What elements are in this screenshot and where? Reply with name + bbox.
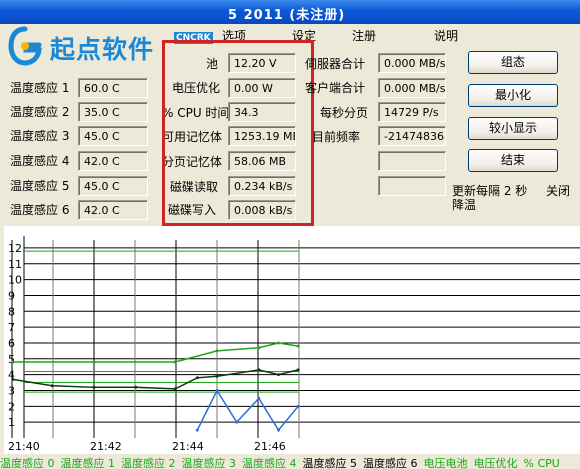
temp-5-value: 45.0 C — [78, 176, 148, 196]
close-link[interactable]: 关闭 — [546, 182, 570, 199]
minimize-button[interactable]: 最小化 — [468, 84, 558, 107]
legend-entry: 温度感应 4 — [242, 457, 297, 469]
menu-settings[interactable]: 设定 — [292, 27, 316, 44]
temp-3-value: 45.0 C — [78, 126, 148, 146]
series-point — [257, 346, 261, 350]
voltage-opt-value: 0.00 W — [228, 78, 296, 98]
series-point — [50, 384, 54, 388]
temp-2-label: 温度感应 2 — [10, 105, 70, 119]
cool-text: 降温 — [452, 198, 477, 212]
temp-2-value: 35.0 C — [78, 102, 148, 122]
current-freq-value: -214748368.0 — [378, 126, 446, 146]
legend-entry: 温度感应 0 — [0, 457, 55, 469]
series-point — [215, 388, 219, 392]
temp-5-label: 温度感应 5 — [10, 179, 70, 193]
temp-6-value: 42.0 C — [78, 200, 148, 220]
legend-entry: 温度感应 3 — [181, 457, 237, 469]
menu-options[interactable]: 选项 — [222, 27, 246, 44]
pages-per-sec-label: 每秒分页 — [320, 106, 369, 120]
temp-3-label: 温度感应 3 — [10, 129, 70, 143]
series-point — [277, 373, 280, 377]
legend-entry: 温度感应 2 — [121, 457, 176, 469]
menu-help[interactable]: 说明 — [434, 27, 458, 44]
x-tick-label: 21:44 — [172, 440, 204, 453]
x-tick-label: 21:40 — [8, 440, 40, 453]
series-point — [296, 344, 300, 348]
free-memory-label: 可用记忆体 — [162, 130, 223, 144]
pages-per-sec-value: 14729 P/s — [378, 102, 446, 122]
series-point — [195, 428, 199, 432]
legend-entry: 温度感应 1 — [60, 457, 116, 469]
temp-4-label: 温度感应 4 — [10, 154, 70, 168]
temp-1-label: 温度感应 1 — [10, 81, 70, 95]
title-bar: 5 2011 (未注册) — [0, 0, 580, 24]
series-point — [92, 385, 96, 389]
paged-memory-label: 分页记忆体 — [162, 155, 223, 169]
battery-value: 12.20 V — [228, 53, 296, 73]
performance-chart: 12111098765432121:4021:4221:4421:46 — [4, 226, 580, 454]
disk-read-value: 0.234 kB/s — [228, 176, 296, 196]
cpu-time-value: 34.3 — [228, 102, 296, 122]
cpu-time-label: % CPU 时间 — [162, 106, 230, 120]
series-point — [173, 360, 177, 364]
end-button[interactable]: 结束 — [468, 149, 558, 172]
temp-1-value: 60.0 C — [78, 78, 148, 98]
chart-legend: 温度感应 0 温度感应 1 温度感应 2 温度感应 3 温度感应 4 温度感应 5 温度感应… — [0, 455, 580, 469]
series-point — [296, 404, 300, 408]
window-title: 5 2011 (未注册) — [228, 8, 346, 23]
series-point — [235, 420, 239, 424]
x-tick-label: 21:42 — [90, 440, 122, 453]
client-total-label: 客户端合计 — [305, 81, 366, 95]
legend-entry: 电压优化 — [473, 457, 518, 469]
config-button[interactable]: 组态 — [468, 51, 558, 74]
series-point — [11, 377, 15, 381]
compact-view-button[interactable]: 较小显示 — [468, 117, 558, 140]
x-tick-label: 21:46 — [254, 440, 286, 453]
logo-text: 起点软件 — [50, 35, 155, 64]
menu-register[interactable]: 注册 — [352, 27, 376, 44]
y-tick-label: 11 — [8, 258, 22, 271]
disk-write-value: 0.008 kB/s — [228, 200, 296, 220]
series-point — [277, 341, 280, 345]
disk-write-label: 磁碟写入 — [168, 203, 217, 217]
legend-entry: 温度感应 5 — [302, 457, 358, 469]
series-point — [134, 385, 138, 389]
series-point — [257, 368, 261, 372]
paged-memory-value: 58.06 MB — [228, 151, 296, 171]
y-tick-label: 12 — [8, 242, 22, 255]
series-point — [277, 428, 280, 432]
series-point — [257, 396, 261, 400]
series-point — [215, 349, 219, 353]
series-point — [11, 360, 15, 364]
temp-6-label: 温度感应 6 — [10, 203, 70, 217]
client-total-value: 0.000 MB/s — [378, 78, 446, 98]
legend-entry: 温度感应 6 — [363, 457, 418, 469]
logo-g-icon — [8, 26, 42, 66]
legend-entry: 电压电池 — [423, 457, 468, 469]
series-point — [92, 360, 96, 364]
free-memory-value: 1253.19 MB — [228, 126, 296, 146]
logo-badge: CNCRK — [174, 32, 213, 44]
current-freq-label: 目前频率 — [312, 130, 361, 144]
series-line — [12, 369, 299, 390]
chart-plot: 12111098765432121:4021:4221:4421:46 — [8, 236, 580, 453]
server-total-label: 伺服器合计 — [305, 57, 366, 71]
server-total-value: 0.000 MB/s — [378, 53, 446, 73]
disk-read-label: 磁碟读取 — [170, 180, 219, 194]
series-point — [173, 387, 177, 391]
battery-label: 池 — [206, 57, 219, 71]
series-line — [196, 388, 299, 432]
temp-4-value: 42.0 C — [78, 151, 148, 171]
voltage-opt-label: 电压优化 — [172, 81, 221, 95]
extra-value-1 — [378, 151, 446, 171]
extra-value-2 — [378, 176, 446, 196]
series-point — [215, 374, 219, 378]
y-tick-label: 10 — [8, 274, 22, 287]
legend-entry: % CPU — [523, 457, 560, 469]
series-point — [296, 368, 300, 372]
series-point — [195, 376, 199, 380]
watermark-logo: 起点软件 CNCRK — [2, 22, 214, 72]
